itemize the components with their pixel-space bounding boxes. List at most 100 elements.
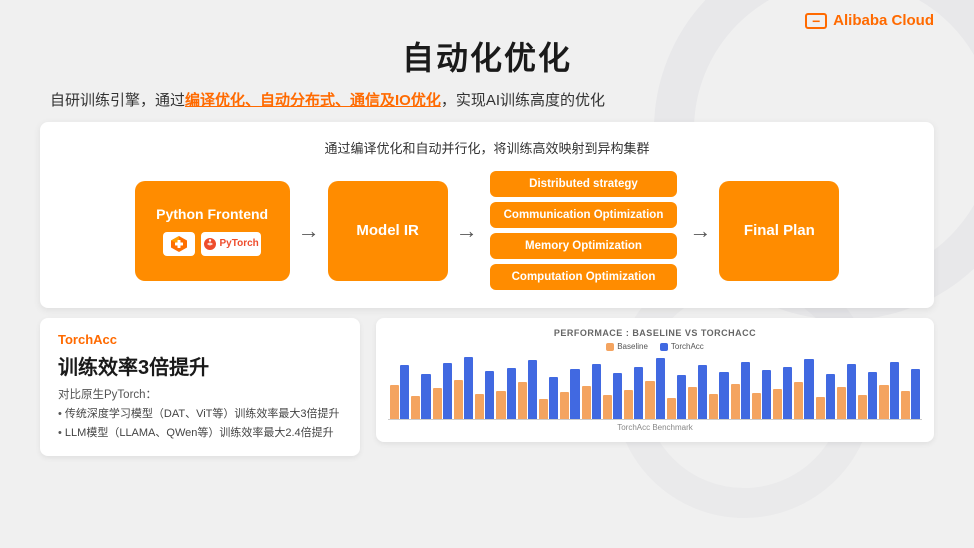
logo-icon bbox=[805, 13, 827, 29]
bar-group bbox=[731, 362, 750, 419]
baseline-bar bbox=[539, 399, 548, 419]
legend-torchacc-label: TorchAcc bbox=[671, 342, 704, 351]
baseline-bar bbox=[390, 385, 399, 419]
page-title: 自动化优化 bbox=[40, 33, 934, 79]
torchacc-bar bbox=[528, 360, 537, 419]
baseline-bar bbox=[752, 393, 761, 419]
legend-baseline-label: Baseline bbox=[617, 342, 648, 351]
header: Alibaba Cloud bbox=[40, 0, 934, 33]
baseline-bar bbox=[731, 384, 740, 419]
chart-area bbox=[388, 355, 922, 420]
torchacc-card: TorchAcc 训练效率3倍提升 对比原生PyTorch： 传统深度学习模型（… bbox=[40, 318, 360, 456]
baseline-bar bbox=[518, 382, 527, 419]
bar-group bbox=[496, 368, 515, 419]
baseline-bar bbox=[816, 397, 825, 419]
torchacc-bar bbox=[826, 374, 835, 419]
torchacc-bar bbox=[400, 365, 409, 419]
opt-box-communication: Communication Optimization bbox=[490, 202, 678, 228]
alibaba-cloud-logo: Alibaba Cloud bbox=[805, 12, 934, 29]
bar-group bbox=[773, 367, 792, 419]
torchacc-heading: 训练效率3倍提升 bbox=[58, 351, 342, 380]
torchacc-item-2: LLM模型（LLAMA、QWen等）训练效率最大2.4倍提升 bbox=[58, 424, 342, 443]
torchacc-bar bbox=[613, 373, 622, 419]
legend-baseline-dot bbox=[606, 343, 614, 351]
bar-group bbox=[454, 357, 473, 419]
diagram-card: 通过编译优化和自动并行化，将训练高效映射到异构集群 Python Fronten… bbox=[40, 122, 934, 308]
chart-legend: Baseline TorchAcc bbox=[388, 342, 922, 351]
opt-box-distributed: Distributed strategy bbox=[490, 171, 678, 197]
torchacc-bar bbox=[464, 357, 473, 419]
bar-group bbox=[879, 362, 898, 419]
baseline-bar bbox=[496, 391, 505, 419]
bar-group bbox=[433, 363, 452, 419]
bar-group bbox=[603, 373, 622, 419]
python-frontend-label: Python Frontend bbox=[156, 206, 268, 222]
chart-card: PERFORMACE : BASELINE VS TORCHACC Baseli… bbox=[376, 318, 934, 442]
logo-text: Alibaba Cloud bbox=[833, 12, 934, 29]
diagram-title: 通过编译优化和自动并行化，将训练高效映射到异构集群 bbox=[64, 138, 910, 157]
torchacc-bar bbox=[741, 362, 750, 419]
baseline-bar bbox=[475, 394, 484, 419]
bar-group bbox=[560, 369, 579, 419]
optimization-column: Distributed strategy Communication Optim… bbox=[490, 171, 678, 290]
torchacc-bar bbox=[592, 364, 601, 419]
torchacc-brand: TorchAcc bbox=[58, 332, 342, 347]
baseline-bar bbox=[433, 388, 442, 419]
baseline-bar bbox=[709, 394, 718, 419]
torchacc-bar bbox=[443, 363, 452, 419]
bar-group bbox=[390, 365, 409, 419]
python-icons: PyTorch bbox=[163, 232, 261, 256]
bar-group bbox=[794, 359, 813, 419]
python-frontend-box: Python Frontend bbox=[135, 181, 290, 281]
torchacc-bar bbox=[890, 362, 899, 419]
torchacc-bar bbox=[847, 364, 856, 419]
subtitle-prefix: 自研训练引擎，通过 bbox=[50, 92, 185, 109]
subtitle: 自研训练引擎，通过编译优化、自动分布式、通信及IO优化，实现AI训练高度的优化 bbox=[40, 89, 934, 110]
torchacc-bar bbox=[677, 375, 686, 419]
baseline-bar bbox=[773, 389, 782, 419]
torchacc-bar bbox=[421, 374, 430, 419]
baseline-bar bbox=[624, 390, 633, 419]
torchacc-bar bbox=[804, 359, 813, 419]
torchacc-list: 传统深度学习模型（DAT、ViT等）训练效率最大3倍提升 LLM模型（LLAMA… bbox=[58, 405, 342, 442]
arrow-2: → bbox=[456, 218, 478, 244]
torchacc-bar bbox=[549, 377, 558, 419]
torchacc-bar bbox=[719, 372, 728, 419]
arrow-3: → bbox=[689, 218, 711, 244]
bar-group bbox=[709, 372, 728, 419]
torchacc-item-1: 传统深度学习模型（DAT、ViT等）训练效率最大3倍提升 bbox=[58, 405, 342, 424]
torchacc-bar bbox=[783, 367, 792, 419]
arrow-1: → bbox=[298, 218, 320, 244]
opt-box-computation: Computation Optimization bbox=[490, 264, 678, 290]
legend-baseline: Baseline bbox=[606, 342, 648, 351]
final-plan-box: Final Plan bbox=[719, 181, 839, 281]
bar-group bbox=[539, 377, 558, 419]
chart-footer: TorchAcc Benchmark bbox=[388, 423, 922, 432]
bar-group bbox=[624, 367, 643, 419]
baseline-bar bbox=[688, 387, 697, 419]
baseline-bar bbox=[879, 385, 888, 419]
torchacc-bar bbox=[634, 367, 643, 419]
bar-group bbox=[667, 375, 686, 419]
baseline-bar bbox=[454, 380, 463, 419]
baseline-bar bbox=[858, 395, 867, 419]
torchacc-bar bbox=[762, 370, 771, 419]
torchacc-bar bbox=[911, 369, 920, 419]
torchacc-bar bbox=[868, 372, 877, 419]
baseline-bar bbox=[901, 391, 910, 419]
torchacc-bar bbox=[485, 371, 494, 419]
baseline-bar bbox=[411, 396, 420, 419]
torchacc-bar bbox=[570, 369, 579, 419]
baseline-bar bbox=[645, 381, 654, 419]
final-plan-label: Final Plan bbox=[744, 222, 815, 239]
bar-group bbox=[645, 358, 664, 419]
bar-group bbox=[837, 364, 856, 419]
bar-group bbox=[752, 370, 771, 419]
bar-group bbox=[582, 364, 601, 419]
subtitle-suffix: ，实现AI训练高度的优化 bbox=[441, 92, 605, 109]
bar-group bbox=[518, 360, 537, 419]
bar-group bbox=[411, 374, 430, 419]
model-ir-label: Model IR bbox=[356, 222, 419, 239]
baseline-bar bbox=[603, 395, 612, 419]
baseline-bar bbox=[837, 387, 846, 419]
